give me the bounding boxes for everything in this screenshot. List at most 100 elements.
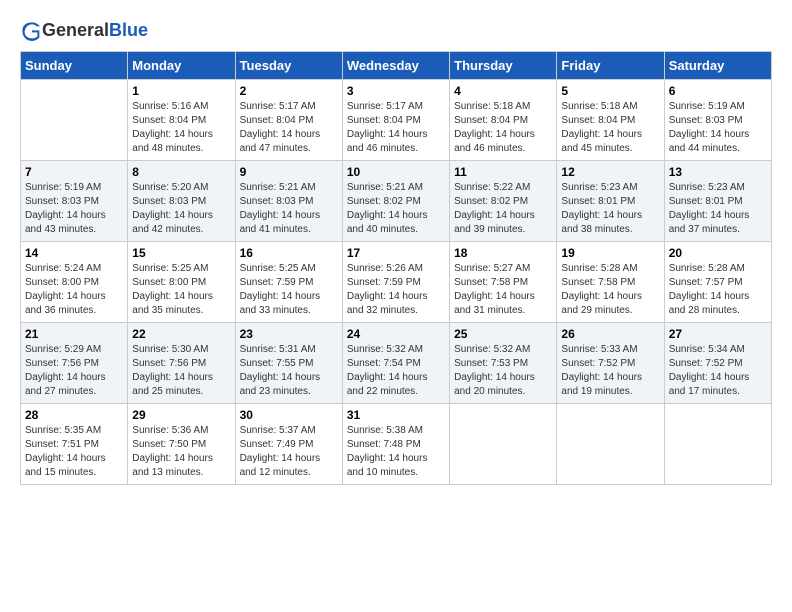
calendar-cell: 19 Sunrise: 5:28 AMSunset: 7:58 PMDaylig…	[557, 242, 664, 323]
day-number: 1	[132, 84, 230, 98]
day-info: Sunrise: 5:32 AMSunset: 7:53 PMDaylight:…	[454, 343, 552, 399]
day-info: Sunrise: 5:38 AMSunset: 7:48 PMDaylight:…	[347, 424, 445, 480]
day-info: Sunrise: 5:28 AMSunset: 7:57 PMDaylight:…	[669, 262, 767, 318]
calendar-cell: 18 Sunrise: 5:27 AMSunset: 7:58 PMDaylig…	[450, 242, 557, 323]
column-header-tuesday: Tuesday	[235, 52, 342, 80]
calendar-cell	[664, 404, 771, 485]
day-number: 2	[240, 84, 338, 98]
column-header-sunday: Sunday	[21, 52, 128, 80]
day-info: Sunrise: 5:34 AMSunset: 7:52 PMDaylight:…	[669, 343, 767, 399]
calendar-cell: 26 Sunrise: 5:33 AMSunset: 7:52 PMDaylig…	[557, 323, 664, 404]
logo: GeneralBlue	[20, 20, 148, 41]
calendar-cell: 9 Sunrise: 5:21 AMSunset: 8:03 PMDayligh…	[235, 161, 342, 242]
calendar-week-3: 14 Sunrise: 5:24 AMSunset: 8:00 PMDaylig…	[21, 242, 772, 323]
day-number: 21	[25, 327, 123, 341]
day-info: Sunrise: 5:25 AMSunset: 7:59 PMDaylight:…	[240, 262, 338, 318]
calendar-cell	[450, 404, 557, 485]
calendar-cell: 20 Sunrise: 5:28 AMSunset: 7:57 PMDaylig…	[664, 242, 771, 323]
day-number: 15	[132, 246, 230, 260]
column-header-thursday: Thursday	[450, 52, 557, 80]
calendar-cell	[21, 80, 128, 161]
day-number: 27	[669, 327, 767, 341]
day-number: 4	[454, 84, 552, 98]
day-number: 11	[454, 165, 552, 179]
day-info: Sunrise: 5:32 AMSunset: 7:54 PMDaylight:…	[347, 343, 445, 399]
day-info: Sunrise: 5:35 AMSunset: 7:51 PMDaylight:…	[25, 424, 123, 480]
calendar-week-1: 1 Sunrise: 5:16 AMSunset: 8:04 PMDayligh…	[21, 80, 772, 161]
calendar-cell: 10 Sunrise: 5:21 AMSunset: 8:02 PMDaylig…	[342, 161, 449, 242]
day-number: 25	[454, 327, 552, 341]
day-info: Sunrise: 5:25 AMSunset: 8:00 PMDaylight:…	[132, 262, 230, 318]
column-header-monday: Monday	[128, 52, 235, 80]
calendar-cell: 2 Sunrise: 5:17 AMSunset: 8:04 PMDayligh…	[235, 80, 342, 161]
day-info: Sunrise: 5:31 AMSunset: 7:55 PMDaylight:…	[240, 343, 338, 399]
day-info: Sunrise: 5:27 AMSunset: 7:58 PMDaylight:…	[454, 262, 552, 318]
calendar-cell: 14 Sunrise: 5:24 AMSunset: 8:00 PMDaylig…	[21, 242, 128, 323]
day-number: 29	[132, 408, 230, 422]
calendar-cell: 21 Sunrise: 5:29 AMSunset: 7:56 PMDaylig…	[21, 323, 128, 404]
day-number: 17	[347, 246, 445, 260]
logo-general-text: General	[42, 20, 109, 40]
day-number: 8	[132, 165, 230, 179]
calendar-cell: 12 Sunrise: 5:23 AMSunset: 8:01 PMDaylig…	[557, 161, 664, 242]
day-number: 30	[240, 408, 338, 422]
day-number: 24	[347, 327, 445, 341]
day-number: 12	[561, 165, 659, 179]
day-info: Sunrise: 5:21 AMSunset: 8:02 PMDaylight:…	[347, 181, 445, 237]
calendar-cell: 5 Sunrise: 5:18 AMSunset: 8:04 PMDayligh…	[557, 80, 664, 161]
day-number: 6	[669, 84, 767, 98]
calendar-cell: 22 Sunrise: 5:30 AMSunset: 7:56 PMDaylig…	[128, 323, 235, 404]
calendar-cell: 11 Sunrise: 5:22 AMSunset: 8:02 PMDaylig…	[450, 161, 557, 242]
calendar-cell: 7 Sunrise: 5:19 AMSunset: 8:03 PMDayligh…	[21, 161, 128, 242]
day-number: 5	[561, 84, 659, 98]
day-number: 20	[669, 246, 767, 260]
calendar-header-row: SundayMondayTuesdayWednesdayThursdayFrid…	[21, 52, 772, 80]
day-info: Sunrise: 5:20 AMSunset: 8:03 PMDaylight:…	[132, 181, 230, 237]
day-number: 22	[132, 327, 230, 341]
day-info: Sunrise: 5:30 AMSunset: 7:56 PMDaylight:…	[132, 343, 230, 399]
day-number: 7	[25, 165, 123, 179]
day-info: Sunrise: 5:17 AMSunset: 8:04 PMDaylight:…	[240, 100, 338, 156]
day-number: 3	[347, 84, 445, 98]
day-info: Sunrise: 5:21 AMSunset: 8:03 PMDaylight:…	[240, 181, 338, 237]
calendar-cell: 17 Sunrise: 5:26 AMSunset: 7:59 PMDaylig…	[342, 242, 449, 323]
calendar-cell: 30 Sunrise: 5:37 AMSunset: 7:49 PMDaylig…	[235, 404, 342, 485]
day-info: Sunrise: 5:26 AMSunset: 7:59 PMDaylight:…	[347, 262, 445, 318]
day-info: Sunrise: 5:19 AMSunset: 8:03 PMDaylight:…	[25, 181, 123, 237]
day-info: Sunrise: 5:29 AMSunset: 7:56 PMDaylight:…	[25, 343, 123, 399]
day-info: Sunrise: 5:18 AMSunset: 8:04 PMDaylight:…	[561, 100, 659, 156]
calendar-cell	[557, 404, 664, 485]
calendar-week-2: 7 Sunrise: 5:19 AMSunset: 8:03 PMDayligh…	[21, 161, 772, 242]
calendar-table: SundayMondayTuesdayWednesdayThursdayFrid…	[20, 51, 772, 485]
day-info: Sunrise: 5:19 AMSunset: 8:03 PMDaylight:…	[669, 100, 767, 156]
column-header-wednesday: Wednesday	[342, 52, 449, 80]
column-header-saturday: Saturday	[664, 52, 771, 80]
calendar-cell: 29 Sunrise: 5:36 AMSunset: 7:50 PMDaylig…	[128, 404, 235, 485]
day-number: 31	[347, 408, 445, 422]
day-info: Sunrise: 5:36 AMSunset: 7:50 PMDaylight:…	[132, 424, 230, 480]
day-number: 9	[240, 165, 338, 179]
day-info: Sunrise: 5:16 AMSunset: 8:04 PMDaylight:…	[132, 100, 230, 156]
calendar-cell: 16 Sunrise: 5:25 AMSunset: 7:59 PMDaylig…	[235, 242, 342, 323]
day-info: Sunrise: 5:18 AMSunset: 8:04 PMDaylight:…	[454, 100, 552, 156]
day-info: Sunrise: 5:37 AMSunset: 7:49 PMDaylight:…	[240, 424, 338, 480]
calendar-cell: 23 Sunrise: 5:31 AMSunset: 7:55 PMDaylig…	[235, 323, 342, 404]
day-info: Sunrise: 5:23 AMSunset: 8:01 PMDaylight:…	[669, 181, 767, 237]
day-number: 14	[25, 246, 123, 260]
day-number: 19	[561, 246, 659, 260]
day-number: 13	[669, 165, 767, 179]
day-info: Sunrise: 5:24 AMSunset: 8:00 PMDaylight:…	[25, 262, 123, 318]
calendar-cell: 28 Sunrise: 5:35 AMSunset: 7:51 PMDaylig…	[21, 404, 128, 485]
calendar-cell: 4 Sunrise: 5:18 AMSunset: 8:04 PMDayligh…	[450, 80, 557, 161]
day-number: 23	[240, 327, 338, 341]
day-info: Sunrise: 5:33 AMSunset: 7:52 PMDaylight:…	[561, 343, 659, 399]
logo-icon	[22, 21, 42, 41]
day-info: Sunrise: 5:22 AMSunset: 8:02 PMDaylight:…	[454, 181, 552, 237]
day-number: 18	[454, 246, 552, 260]
page-header: GeneralBlue	[20, 20, 772, 41]
day-info: Sunrise: 5:28 AMSunset: 7:58 PMDaylight:…	[561, 262, 659, 318]
calendar-week-4: 21 Sunrise: 5:29 AMSunset: 7:56 PMDaylig…	[21, 323, 772, 404]
calendar-cell: 25 Sunrise: 5:32 AMSunset: 7:53 PMDaylig…	[450, 323, 557, 404]
day-number: 10	[347, 165, 445, 179]
calendar-cell: 24 Sunrise: 5:32 AMSunset: 7:54 PMDaylig…	[342, 323, 449, 404]
